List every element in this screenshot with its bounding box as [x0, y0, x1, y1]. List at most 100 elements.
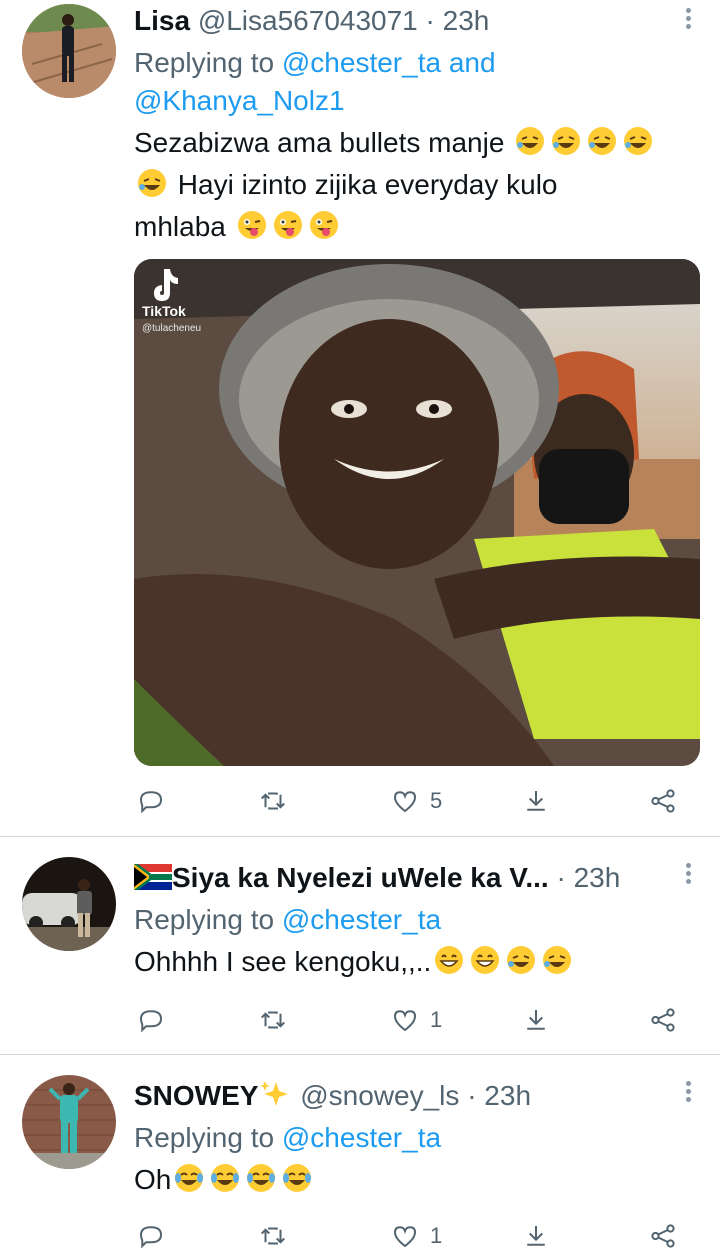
download-icon — [527, 1226, 545, 1246]
tweet-actions: 1 — [134, 1000, 694, 1040]
zany-face-emoji — [236, 209, 268, 241]
tears-of-joy-emoji — [209, 1162, 241, 1194]
rofl-emoji — [505, 944, 537, 976]
retweet-icon — [261, 1011, 285, 1029]
share-button[interactable] — [648, 781, 678, 821]
tweet-text-line: Oh — [134, 1164, 172, 1195]
like-icon — [393, 1226, 417, 1248]
like-icon — [393, 1010, 417, 1032]
like-icon — [393, 791, 417, 813]
tears-of-joy-emoji — [173, 1162, 205, 1194]
like-count: 1 — [430, 1223, 443, 1248]
tweet-video-media[interactable]: TikTok @tulacheneu — [134, 259, 700, 766]
tweet-text-line: Hayi izinto zijika everyday kulo — [177, 169, 558, 200]
display-name[interactable]: Lisa — [134, 5, 190, 36]
tweet-snowey[interactable]: SNOWEY @snowey_ls · 23h Replying to @che… — [0, 1055, 720, 1257]
tweet-header: SNOWEY @snowey_ls · 23h — [134, 1077, 700, 1115]
tweet-actions: 5 — [134, 781, 694, 821]
tiktok-watermark-brand: TikTok — [142, 303, 186, 319]
tweet-lisa[interactable]: Lisa @Lisa567043071 · 23h Replying to @c… — [0, 0, 720, 836]
download-button[interactable] — [521, 1216, 551, 1256]
like-count: 1 — [430, 1007, 443, 1032]
share-icon — [651, 789, 675, 813]
tiktok-watermark-user: @tulacheneu — [142, 323, 202, 334]
tweet-text-line: Ohhhh I see kengoku,,.. — [134, 946, 432, 977]
mention-and[interactable]: and — [449, 47, 496, 78]
display-name[interactable]: SNOWEY — [134, 1080, 258, 1111]
rofl-emoji — [541, 944, 573, 976]
tweet-text: Oh — [134, 1159, 700, 1201]
user-handle[interactable]: @Lisa567043071 — [198, 5, 418, 36]
reply-button[interactable] — [136, 1216, 166, 1256]
more-options-icon[interactable] — [684, 8, 692, 34]
tweet-text-line: Sezabizwa ama bullets manje — [134, 127, 505, 158]
retweet-button[interactable] — [258, 781, 288, 821]
mention-link[interactable]: @Khanya_Nolz1 — [134, 85, 345, 116]
rofl-emoji — [136, 167, 168, 199]
separator-dot: · — [425, 5, 435, 36]
tears-of-joy-emoji — [245, 1162, 277, 1194]
download-icon — [527, 1010, 545, 1030]
mention-link[interactable]: @chester_ta — [282, 1122, 441, 1153]
replying-to-label: Replying to — [134, 47, 275, 78]
retweet-button[interactable] — [258, 1216, 288, 1256]
more-options-icon[interactable] — [684, 1081, 692, 1107]
share-button[interactable] — [648, 1216, 678, 1256]
replying-to: Replying to @chester_ta — [134, 901, 680, 939]
more-options-icon[interactable] — [684, 863, 692, 889]
mention-link[interactable]: @chester_ta — [282, 47, 441, 78]
mention-link[interactable]: @chester_ta — [282, 904, 441, 935]
south-africa-flag-emoji — [134, 862, 172, 890]
sparkles-emoji — [258, 1078, 290, 1110]
tweet-text-line: mhlaba — [134, 211, 226, 242]
video-frame — [134, 259, 700, 766]
avatar[interactable] — [22, 857, 116, 951]
reply-icon — [139, 791, 163, 814]
replying-to-label: Replying to — [134, 1122, 275, 1153]
reply-button[interactable] — [136, 1000, 166, 1040]
avatar[interactable] — [22, 1075, 116, 1169]
avatar[interactable] — [22, 4, 116, 98]
download-icon — [527, 791, 545, 811]
replying-to: Replying to @chester_ta and @Khanya_Nolz… — [134, 44, 700, 120]
separator-dot: · — [556, 862, 566, 893]
grinning-face-emoji — [469, 944, 501, 976]
rofl-emoji — [550, 125, 582, 157]
replying-to-label: Replying to — [134, 904, 275, 935]
retweet-icon — [261, 1227, 285, 1245]
tweet-header: Lisa @Lisa567043071 · 23h — [134, 2, 700, 40]
like-button[interactable]: 5 — [390, 781, 442, 821]
tweet-header: Siya ka Nyelezi uWele ka V... · 23h — [134, 859, 680, 897]
like-count: 5 — [430, 788, 443, 813]
rofl-emoji — [586, 125, 618, 157]
retweet-icon — [261, 792, 285, 810]
display-name[interactable]: Siya ka Nyelezi uWele ka V... — [172, 862, 549, 893]
tweet-text: Ohhhh I see kengoku,,.. — [134, 941, 680, 983]
like-button[interactable]: 1 — [390, 1216, 442, 1256]
separator-dot: · — [467, 1080, 477, 1111]
download-button[interactable] — [521, 1000, 551, 1040]
grinning-face-emoji — [433, 944, 465, 976]
timestamp[interactable]: 23h — [574, 862, 621, 893]
tweet-text: Sezabizwa ama bullets manje Hayi izinto … — [134, 122, 700, 248]
zany-face-emoji — [308, 209, 340, 241]
download-button[interactable] — [521, 781, 551, 821]
retweet-button[interactable] — [258, 1000, 288, 1040]
share-icon — [651, 1008, 675, 1032]
like-button[interactable]: 1 — [390, 1000, 442, 1040]
rofl-emoji — [622, 125, 654, 157]
tweet-siya[interactable]: Siya ka Nyelezi uWele ka V... · 23h Repl… — [0, 837, 720, 1054]
reply-icon — [139, 1010, 163, 1033]
tweet-actions: 1 — [134, 1216, 694, 1256]
timestamp[interactable]: 23h — [484, 1080, 531, 1111]
reply-button[interactable] — [136, 781, 166, 821]
tears-of-joy-emoji — [281, 1162, 313, 1194]
replying-to: Replying to @chester_ta — [134, 1119, 700, 1157]
user-handle[interactable]: @snowey_ls — [300, 1080, 459, 1111]
reply-icon — [139, 1226, 163, 1249]
zany-face-emoji — [272, 209, 304, 241]
timestamp[interactable]: 23h — [443, 5, 490, 36]
rofl-emoji — [514, 125, 546, 157]
share-button[interactable] — [648, 1000, 678, 1040]
share-icon — [651, 1224, 675, 1248]
